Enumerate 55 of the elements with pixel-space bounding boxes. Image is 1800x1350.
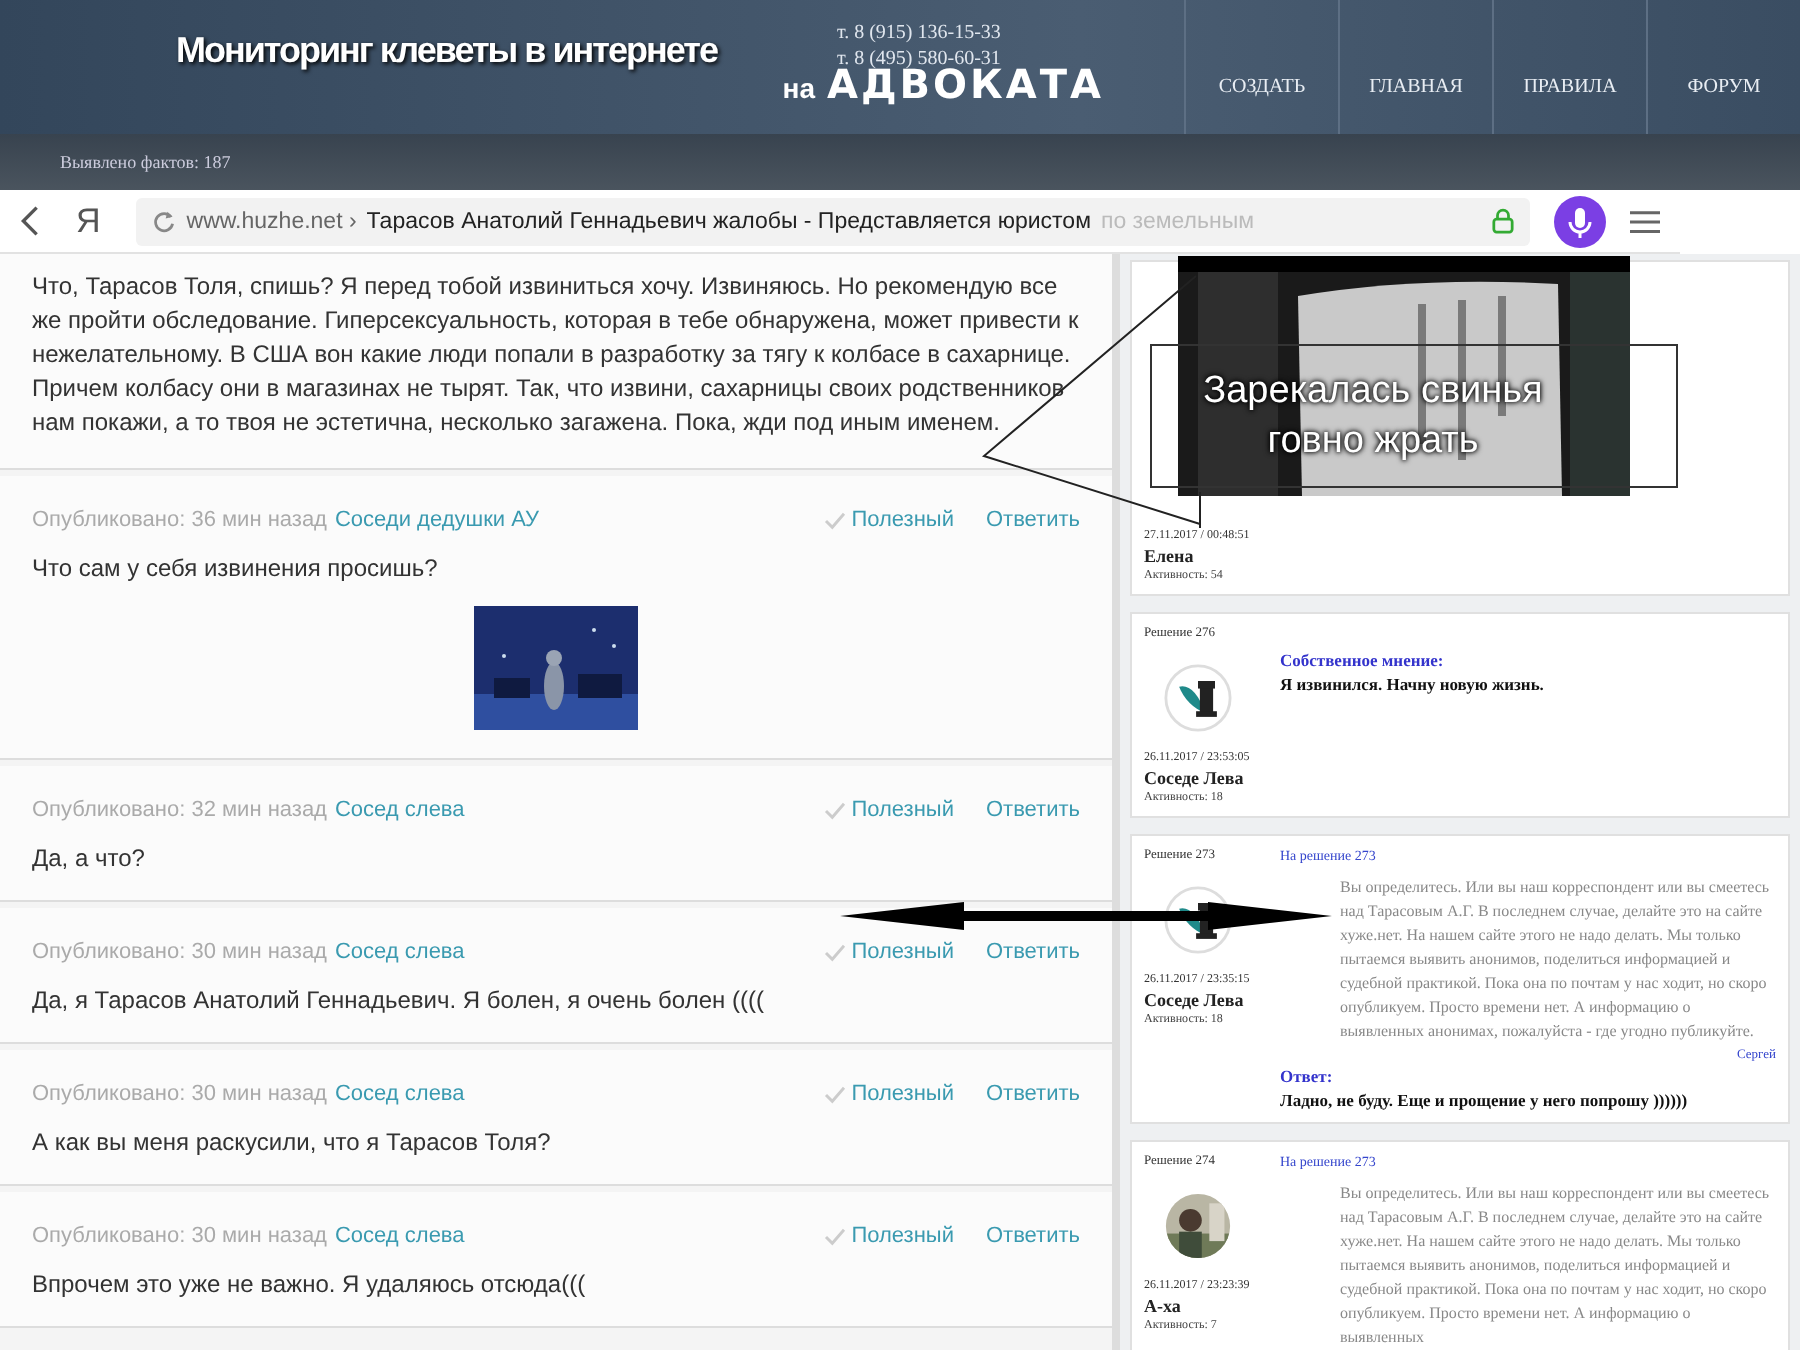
reply-link[interactable]: Ответить (985, 1082, 1080, 1106)
reply-link[interactable]: Ответить (985, 940, 1080, 964)
user-name: А-ха (1144, 1296, 1183, 1316)
opinion-text: Я извинился. Начну новую жизнь. (1280, 674, 1546, 694)
check-icon (823, 1085, 846, 1103)
useful-link[interactable]: Полезный (851, 508, 954, 532)
back-icon[interactable] (20, 204, 40, 238)
author-link[interactable]: Соседи дедушки АУ (334, 508, 539, 532)
comment-text: Что, Тарасов Толя, спишь? Я перед тобой извиниться хочу. Извиняюсь. Но рекомендую все же пройти обследование. Гиперсексуальность, которая в тебе обнаружена, может привести к нежелательному. В США вон какие люди попали в разработку за тягу к колбасе в сахарнице. Причем колбасу они в магазинах не тырят. Так, что извини, сахарницы своих родственников нам покажи, а то твоя не эстетична, несколько загажена. Пока, жди под иным именем. (32, 270, 1080, 440)
user-name: Соседе Лева (1144, 990, 1246, 1010)
reload-icon[interactable] (152, 209, 177, 233)
author-link[interactable]: Сосед слева (334, 940, 465, 964)
answer-text: Ладно, не буду. Еще и прощение у него попрошу )))))) (1280, 1090, 1690, 1110)
publish-info: Опубликовано: 32 мин назад (32, 798, 327, 822)
publish-info: Опубликовано: 30 мин назад (32, 1224, 327, 1248)
reply-link[interactable]: Ответить (985, 1224, 1080, 1248)
useful-link[interactable]: Полезный (851, 1082, 954, 1106)
publish-info: Опубликовано: 30 мин назад (32, 940, 327, 964)
user-name: Елена (1144, 546, 1196, 566)
comment-text: А как вы меня раскусили, что я Тарасов Толя? (32, 1126, 553, 1160)
comment-text: Да, я Тарасов Анатолий Геннадьевич. Я болен, я очень болен (((( (32, 984, 766, 1018)
page-title: Тарасов Анатолий Геннадьевич жалобы - Представляется юристом (366, 209, 1091, 233)
facts-count: Выявлено фактов: 187 (60, 152, 231, 172)
publish-info: Опубликовано: 36 мин назад (32, 508, 327, 532)
author-link[interactable]: Сосед слева (334, 1082, 465, 1106)
leader-line (1198, 492, 1202, 528)
quoted-text: Вы определитесь. Или вы наш корреспондент или вы смеетесь над Тарасовым А.Г. В последнем случае, делайте это на сайте хуже.нет. На нашем сайте этого не надо делать. Мы только пытаемся выявить анонимов, поделиться информацией и судебной практикой. Пока она по почтам у нас ходит, но скоро опубликуем. Просто времени нет. А информацию о выявленных анонимах, пожалуйста - где угодно публикуйте. (1340, 876, 1772, 1044)
url-domain: www.huzhe.net › (186, 209, 357, 233)
check-icon (823, 511, 846, 529)
check-icon (823, 801, 846, 819)
opinion-label: Собственное мнение: (1280, 650, 1446, 670)
browser-logo[interactable]: Я (76, 201, 101, 241)
answer-label: Ответ: (1280, 1066, 1335, 1086)
microphone-button[interactable] (1554, 195, 1606, 247)
useful-link[interactable]: Полезный (851, 798, 954, 822)
reply-link[interactable]: Ответить (985, 508, 1080, 532)
menu-icon[interactable] (1630, 209, 1660, 233)
site-title: Мониторинг клеветы в интернете (176, 30, 717, 72)
comment-text: Впрочем это уже не важно. Я удаляюсь отсюда((( (32, 1268, 588, 1302)
useful-link[interactable]: Полезный (851, 1224, 954, 1248)
quill-avatar-icon (1164, 664, 1232, 732)
reply-link[interactable]: Ответить (985, 798, 1080, 822)
author-link[interactable]: Сосед слева (334, 1224, 465, 1248)
useful-link[interactable]: Полезный (851, 940, 954, 964)
check-icon (823, 1227, 846, 1245)
site-subtitle-prefix: на (782, 72, 816, 104)
phone-number: т. 8 (915) 136-15-33 (836, 20, 1001, 46)
comment-text: Что сам у себя извинения просишь? (32, 552, 440, 586)
quoted-text: Вы определитесь. Или вы наш корреспондент или вы смеетесь над Тарасовым А.Г. В последнем случае, делайте это на сайте хуже.нет. На нашем сайте этого не надо делать. Мы только пытаемся выявить анонимов, поделиться информацией и судебной практикой. Пока она по почтам у нас ходит, но скоро опубликуем. Просто времени нет. А информацию о выявленных (1340, 1182, 1772, 1350)
user-name: Соседе Лева (1144, 768, 1246, 788)
publish-info: Опубликовано: 30 мин назад (32, 1082, 327, 1106)
lock-icon (1492, 208, 1514, 234)
comment-text: Да, а что? (32, 842, 147, 876)
check-icon (823, 943, 846, 961)
author-link[interactable]: Сосед слева (334, 798, 465, 822)
